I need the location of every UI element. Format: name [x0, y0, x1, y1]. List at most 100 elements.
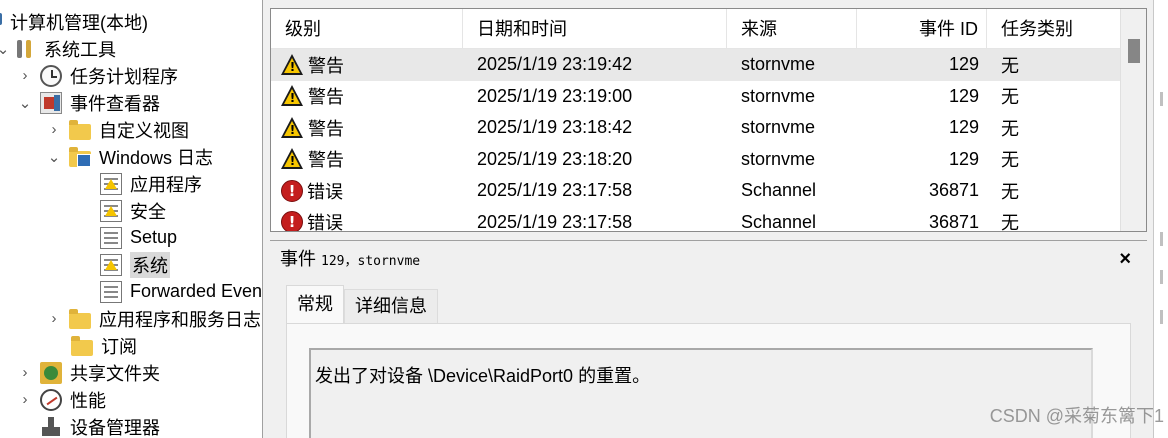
tab-general[interactable]: 常规: [286, 285, 344, 323]
event-task-category: 无: [1001, 118, 1019, 139]
chevron-right-icon[interactable]: ›: [47, 310, 61, 327]
event-task-category: 无: [1001, 150, 1019, 171]
chevron-right-icon[interactable]: ›: [47, 121, 61, 138]
column-header-source[interactable]: 来源: [727, 9, 857, 49]
tab-details[interactable]: 详细信息: [344, 289, 438, 323]
event-source: stornvme: [741, 148, 816, 169]
tree-item-windows-logs[interactable]: ⌄ Windows 日志: [47, 143, 213, 170]
column-header-level[interactable]: 级别: [271, 9, 463, 49]
detail-tabs: 常规 详细信息: [286, 285, 438, 323]
event-message: 发出了对设备 \Device\RaidPort0 的重置。: [315, 366, 651, 386]
detail-title-prefix: 事件: [280, 249, 316, 269]
error-icon: !: [281, 211, 303, 231]
event-list: 级别 日期和时间 来源 事件 ID 任务类别 ! 警告 2025/1/19 23:1…: [270, 8, 1147, 232]
tree-item-label: 设备管理器: [70, 417, 160, 438]
warning-icon: !: [281, 116, 304, 139]
event-task-category: 无: [1001, 87, 1019, 108]
tree-item-subscriptions[interactable]: 订阅: [71, 332, 137, 359]
close-icon[interactable]: ×: [1119, 247, 1131, 271]
subscriptions-icon: [71, 335, 93, 356]
tree-item-shared-folders[interactable]: › 共享文件夹: [18, 359, 160, 386]
event-row[interactable]: ! 警告 2025/1/19 23:18:20 stornvme 129 无: [271, 144, 1121, 176]
event-id: 129: [948, 85, 979, 106]
event-id: 36871: [928, 211, 979, 232]
detail-title-info: 129，stornvme: [321, 254, 421, 269]
error-icon: !: [281, 179, 303, 202]
watermark: CSDN @采菊东篱下1: [989, 406, 1164, 426]
log-icon: [100, 199, 122, 222]
performance-icon: [40, 388, 62, 411]
clock-icon: [40, 64, 62, 87]
tree-item-setup[interactable]: Setup: [100, 224, 177, 251]
event-list-header: 级别 日期和时间 来源 事件 ID 任务类别: [271, 9, 1121, 49]
log-icon: [100, 280, 122, 303]
log-icon: [100, 226, 122, 249]
chevron-down-icon[interactable]: ⌄: [47, 148, 61, 166]
tree-item-label: 系统: [130, 251, 170, 278]
event-level-cell: ! 警告: [271, 83, 463, 109]
tree-item-label: Setup: [130, 227, 178, 247]
event-level: 警告: [308, 55, 344, 76]
chevron-right-icon[interactable]: ›: [18, 67, 32, 84]
event-level-cell: ! 错误: [271, 209, 463, 232]
warning-icon: !: [281, 148, 304, 170]
event-row[interactable]: ! 错误 2025/1/19 23:17:58 Schannel 36871 无: [271, 175, 1121, 207]
tree-item-root[interactable]: 计算机管理(本地): [0, 8, 148, 35]
event-rows: ! 警告 2025/1/19 23:19:42 stornvme 129 无! 警告 2025…: [271, 49, 1121, 232]
scrollbar-thumb[interactable]: [1128, 39, 1140, 63]
chevron-right-icon[interactable]: ›: [18, 364, 32, 381]
event-datetime: 2025/1/19 23:17:58: [477, 180, 633, 201]
tree-item-forwarded-events[interactable]: Forwarded Even: [100, 278, 262, 305]
event-task-category: 无: [1001, 55, 1019, 76]
divider: [1160, 232, 1163, 246]
event-level: 错误: [307, 213, 343, 232]
warning-icon: !: [281, 85, 304, 107]
tree-item-custom-views[interactable]: › 自定义视图: [47, 116, 189, 143]
vertical-scrollbar[interactable]: [1120, 9, 1146, 231]
navigation-tree: 计算机管理(本地) ⌄ 系统工具 › 任务计划程序 ⌄ 事件查看器 › 自定义视…: [0, 0, 262, 438]
tree-item-app-service-logs[interactable]: › 应用程序和服务日志: [47, 305, 261, 332]
event-id: 129: [948, 54, 979, 75]
pane-splitter[interactable]: [262, 0, 270, 438]
tools-icon: [14, 38, 36, 60]
tree-item-system-tools[interactable]: ⌄ 系统工具: [0, 35, 116, 62]
event-task-category: 无: [1001, 181, 1019, 202]
event-level: 错误: [307, 181, 343, 202]
tree-item-event-viewer[interactable]: ⌄ 事件查看器: [18, 89, 160, 116]
column-header-task-category[interactable]: 任务类别: [987, 9, 1121, 49]
event-level: 警告: [308, 150, 344, 171]
event-viewer-icon: [40, 91, 62, 114]
event-id: 36871: [928, 180, 979, 201]
divider: [1160, 270, 1163, 284]
tree-item-device-manager[interactable]: 设备管理器: [40, 413, 160, 438]
divider: [1160, 92, 1163, 106]
event-datetime: 2025/1/19 23:19:42: [477, 54, 633, 75]
event-row[interactable]: ! 警告 2025/1/19 23:18:42 stornvme 129 无: [271, 112, 1121, 144]
event-row[interactable]: ! 警告 2025/1/19 23:19:00 stornvme 129 无: [271, 81, 1121, 113]
log-icon: [100, 172, 122, 195]
event-row[interactable]: ! 警告 2025/1/19 23:19:42 stornvme 129 无: [271, 49, 1121, 81]
tree-item-label: 订阅: [101, 336, 137, 357]
tree-item-security[interactable]: 安全: [100, 197, 166, 224]
column-header-datetime[interactable]: 日期和时间: [463, 9, 727, 49]
tree-item-label: 性能: [70, 390, 106, 411]
tree-item-label: 应用程序和服务日志: [99, 309, 261, 330]
event-level-cell: ! 错误: [271, 178, 463, 204]
tree-item-system[interactable]: 系统: [100, 251, 170, 278]
log-icon: [100, 253, 122, 276]
tree-item-task-scheduler[interactable]: › 任务计划程序: [18, 62, 178, 89]
tree-item-performance[interactable]: › 性能: [18, 386, 106, 413]
shared-folder-icon: [40, 361, 62, 384]
column-header-event-id[interactable]: 事件 ID: [857, 9, 987, 49]
chevron-down-icon[interactable]: ⌄: [0, 40, 10, 58]
tree-item-label: 事件查看器: [70, 93, 160, 114]
chevron-down-icon[interactable]: ⌄: [18, 94, 32, 112]
chevron-right-icon[interactable]: ›: [18, 391, 32, 408]
tree-item-application[interactable]: 应用程序: [100, 170, 202, 197]
tree-item-label: Forwarded Even: [130, 281, 262, 301]
tree-item-label: Windows 日志: [99, 147, 214, 168]
event-row[interactable]: ! 错误 2025/1/19 23:17:58 Schannel 36871 无: [271, 207, 1121, 232]
detail-title: 事件 129，stornvme: [280, 247, 420, 271]
divider: [1160, 310, 1163, 324]
event-message-box[interactable]: 发出了对设备 \Device\RaidPort0 的重置。: [309, 348, 1093, 438]
